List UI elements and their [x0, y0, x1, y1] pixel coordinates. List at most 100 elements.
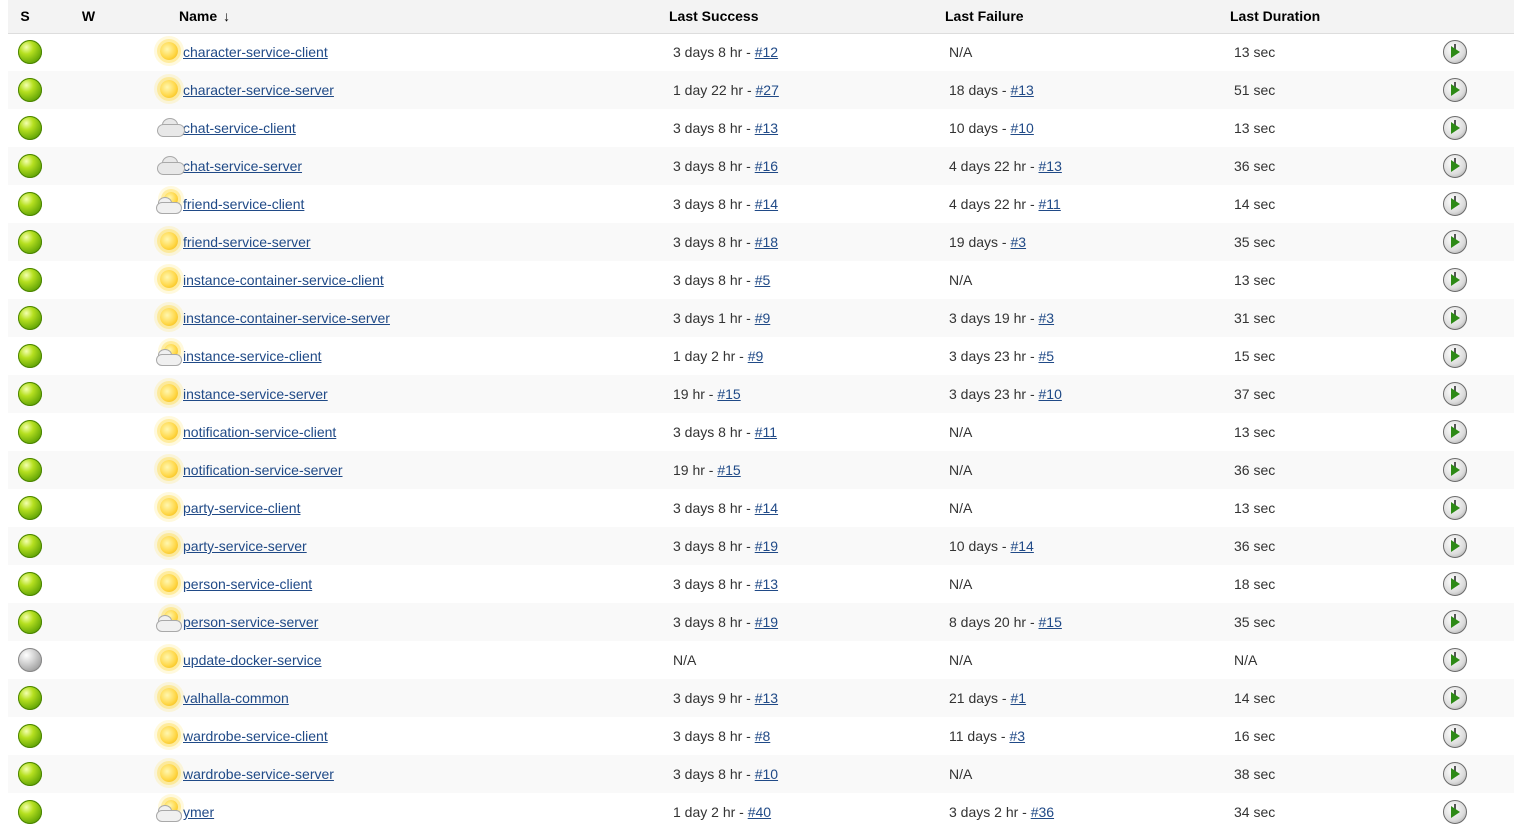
last-success-build-link[interactable]: #13	[755, 120, 778, 136]
status-success-icon	[18, 686, 42, 710]
job-link[interactable]: instance-container-service-client	[183, 272, 384, 288]
schedule-build-icon[interactable]	[1443, 344, 1467, 368]
last-success-build-link[interactable]: #5	[755, 272, 771, 288]
last-success-build-link[interactable]: #10	[755, 766, 778, 782]
last-failure-build-link[interactable]: #10	[1010, 120, 1033, 136]
last-failure-build-link[interactable]: #3	[1009, 728, 1025, 744]
last-success-build-link[interactable]: #13	[755, 690, 778, 706]
last-success-build-link[interactable]: #13	[755, 576, 778, 592]
last-success-build-link[interactable]: #40	[748, 804, 771, 820]
job-link[interactable]: friend-service-server	[183, 234, 311, 250]
job-link[interactable]: instance-container-service-server	[183, 310, 390, 326]
job-link[interactable]: update-docker-service	[183, 652, 322, 668]
last-failure-build-link[interactable]: #10	[1039, 386, 1062, 402]
job-link[interactable]: wardrobe-service-server	[183, 766, 334, 782]
last-failure-build-link[interactable]: #11	[1039, 196, 1061, 212]
schedule-build-icon[interactable]	[1443, 686, 1467, 710]
job-link[interactable]: friend-service-client	[183, 196, 304, 212]
job-link[interactable]: wardrobe-service-client	[183, 728, 328, 744]
last-duration-cell: 13 sec	[1234, 120, 1276, 136]
actions-cell	[1436, 679, 1514, 717]
last-failure-build-link[interactable]: #5	[1039, 348, 1055, 364]
job-link[interactable]: instance-service-client	[183, 348, 322, 364]
schedule-build-icon[interactable]	[1443, 420, 1467, 444]
last-success-build-link[interactable]: #15	[717, 386, 740, 402]
last-success-build-link[interactable]: #8	[755, 728, 771, 744]
last-success-build-link[interactable]: #27	[756, 82, 779, 98]
status-cell	[8, 261, 72, 299]
column-header-actions	[1436, 0, 1514, 34]
job-link[interactable]: character-service-client	[183, 44, 328, 60]
last-success-build-link[interactable]: #18	[755, 234, 778, 250]
schedule-build-icon[interactable]	[1443, 78, 1467, 102]
schedule-build-icon[interactable]	[1443, 762, 1467, 786]
last-failure-time: 8 days 20 hr -	[949, 614, 1039, 630]
job-link[interactable]: ymer	[183, 804, 214, 820]
column-header-last-duration[interactable]: Last Duration	[1226, 0, 1436, 34]
schedule-build-icon[interactable]	[1443, 534, 1467, 558]
schedule-build-icon[interactable]	[1443, 800, 1467, 824]
schedule-build-icon[interactable]	[1443, 572, 1467, 596]
last-failure-build-link[interactable]: #36	[1031, 804, 1054, 820]
job-name-cell: person-service-client	[165, 565, 659, 603]
schedule-build-icon[interactable]	[1443, 154, 1467, 178]
last-success-build-link[interactable]: #16	[755, 158, 778, 174]
job-link[interactable]: party-service-client	[183, 500, 300, 516]
last-success-build-link[interactable]: #14	[755, 500, 778, 516]
schedule-build-icon[interactable]	[1443, 116, 1467, 140]
job-name-cell: party-service-server	[165, 527, 659, 565]
schedule-build-icon[interactable]	[1443, 496, 1467, 520]
last-success-cell: 3 days 8 hr - #14	[659, 185, 935, 223]
last-success-time: 3 days 8 hr -	[673, 424, 755, 440]
last-duration-cell: 36 sec	[1234, 158, 1276, 174]
schedule-build-icon[interactable]	[1443, 382, 1467, 406]
schedule-build-icon[interactable]	[1443, 610, 1467, 634]
job-link[interactable]: notification-service-server	[183, 462, 343, 478]
schedule-build-icon[interactable]	[1443, 458, 1467, 482]
column-header-last-failure[interactable]: Last Failure	[935, 0, 1226, 34]
weather-cell	[72, 793, 182, 831]
column-header-weather[interactable]: W	[72, 0, 165, 34]
schedule-build-icon[interactable]	[1443, 306, 1467, 330]
job-link[interactable]: notification-service-client	[183, 424, 336, 440]
last-success-build-link[interactable]: #9	[748, 348, 764, 364]
last-failure-build-link[interactable]: #3	[1010, 234, 1026, 250]
last-failure-build-link[interactable]: #3	[1039, 310, 1055, 326]
job-link[interactable]: valhalla-common	[183, 690, 289, 706]
last-failure-build-link[interactable]: #13	[1010, 82, 1033, 98]
last-success-build-link[interactable]: #19	[755, 614, 778, 630]
last-success-build-link[interactable]: #19	[755, 538, 778, 554]
last-success-build-link[interactable]: #14	[755, 196, 778, 212]
schedule-build-icon[interactable]	[1443, 192, 1467, 216]
schedule-build-icon[interactable]	[1443, 230, 1467, 254]
weather-cell	[72, 185, 182, 223]
last-success-build-link[interactable]: #9	[755, 310, 771, 326]
schedule-build-icon[interactable]	[1443, 648, 1467, 672]
job-link[interactable]: party-service-server	[183, 538, 307, 554]
schedule-build-icon[interactable]	[1443, 724, 1467, 748]
schedule-build-icon[interactable]	[1443, 268, 1467, 292]
last-success-time: 3 days 1 hr -	[673, 310, 755, 326]
status-cell	[8, 299, 72, 337]
job-link[interactable]: person-service-client	[183, 576, 312, 592]
job-link[interactable]: person-service-server	[183, 614, 318, 630]
job-link[interactable]: character-service-server	[183, 82, 334, 98]
last-failure-build-link[interactable]: #1	[1010, 690, 1026, 706]
last-success-time: 3 days 8 hr -	[673, 614, 755, 630]
last-duration-cell: 38 sec	[1234, 766, 1276, 782]
column-header-name[interactable]: Name ↓	[165, 0, 659, 34]
last-failure-time: 21 days -	[949, 690, 1011, 706]
last-failure-build-link[interactable]: #15	[1039, 614, 1062, 630]
column-header-status[interactable]: S	[8, 0, 72, 34]
last-success-cell: 19 hr - #15	[659, 375, 935, 413]
job-link[interactable]: chat-service-client	[183, 120, 296, 136]
job-link[interactable]: instance-service-server	[183, 386, 328, 402]
last-failure-build-link[interactable]: #14	[1010, 538, 1033, 554]
column-header-last-success[interactable]: Last Success	[659, 0, 935, 34]
last-failure-build-link[interactable]: #13	[1039, 158, 1062, 174]
last-success-build-link[interactable]: #12	[755, 44, 778, 60]
schedule-build-icon[interactable]	[1443, 40, 1467, 65]
last-success-build-link[interactable]: #15	[717, 462, 740, 478]
last-success-build-link[interactable]: #11	[755, 424, 777, 440]
job-link[interactable]: chat-service-server	[183, 158, 302, 174]
